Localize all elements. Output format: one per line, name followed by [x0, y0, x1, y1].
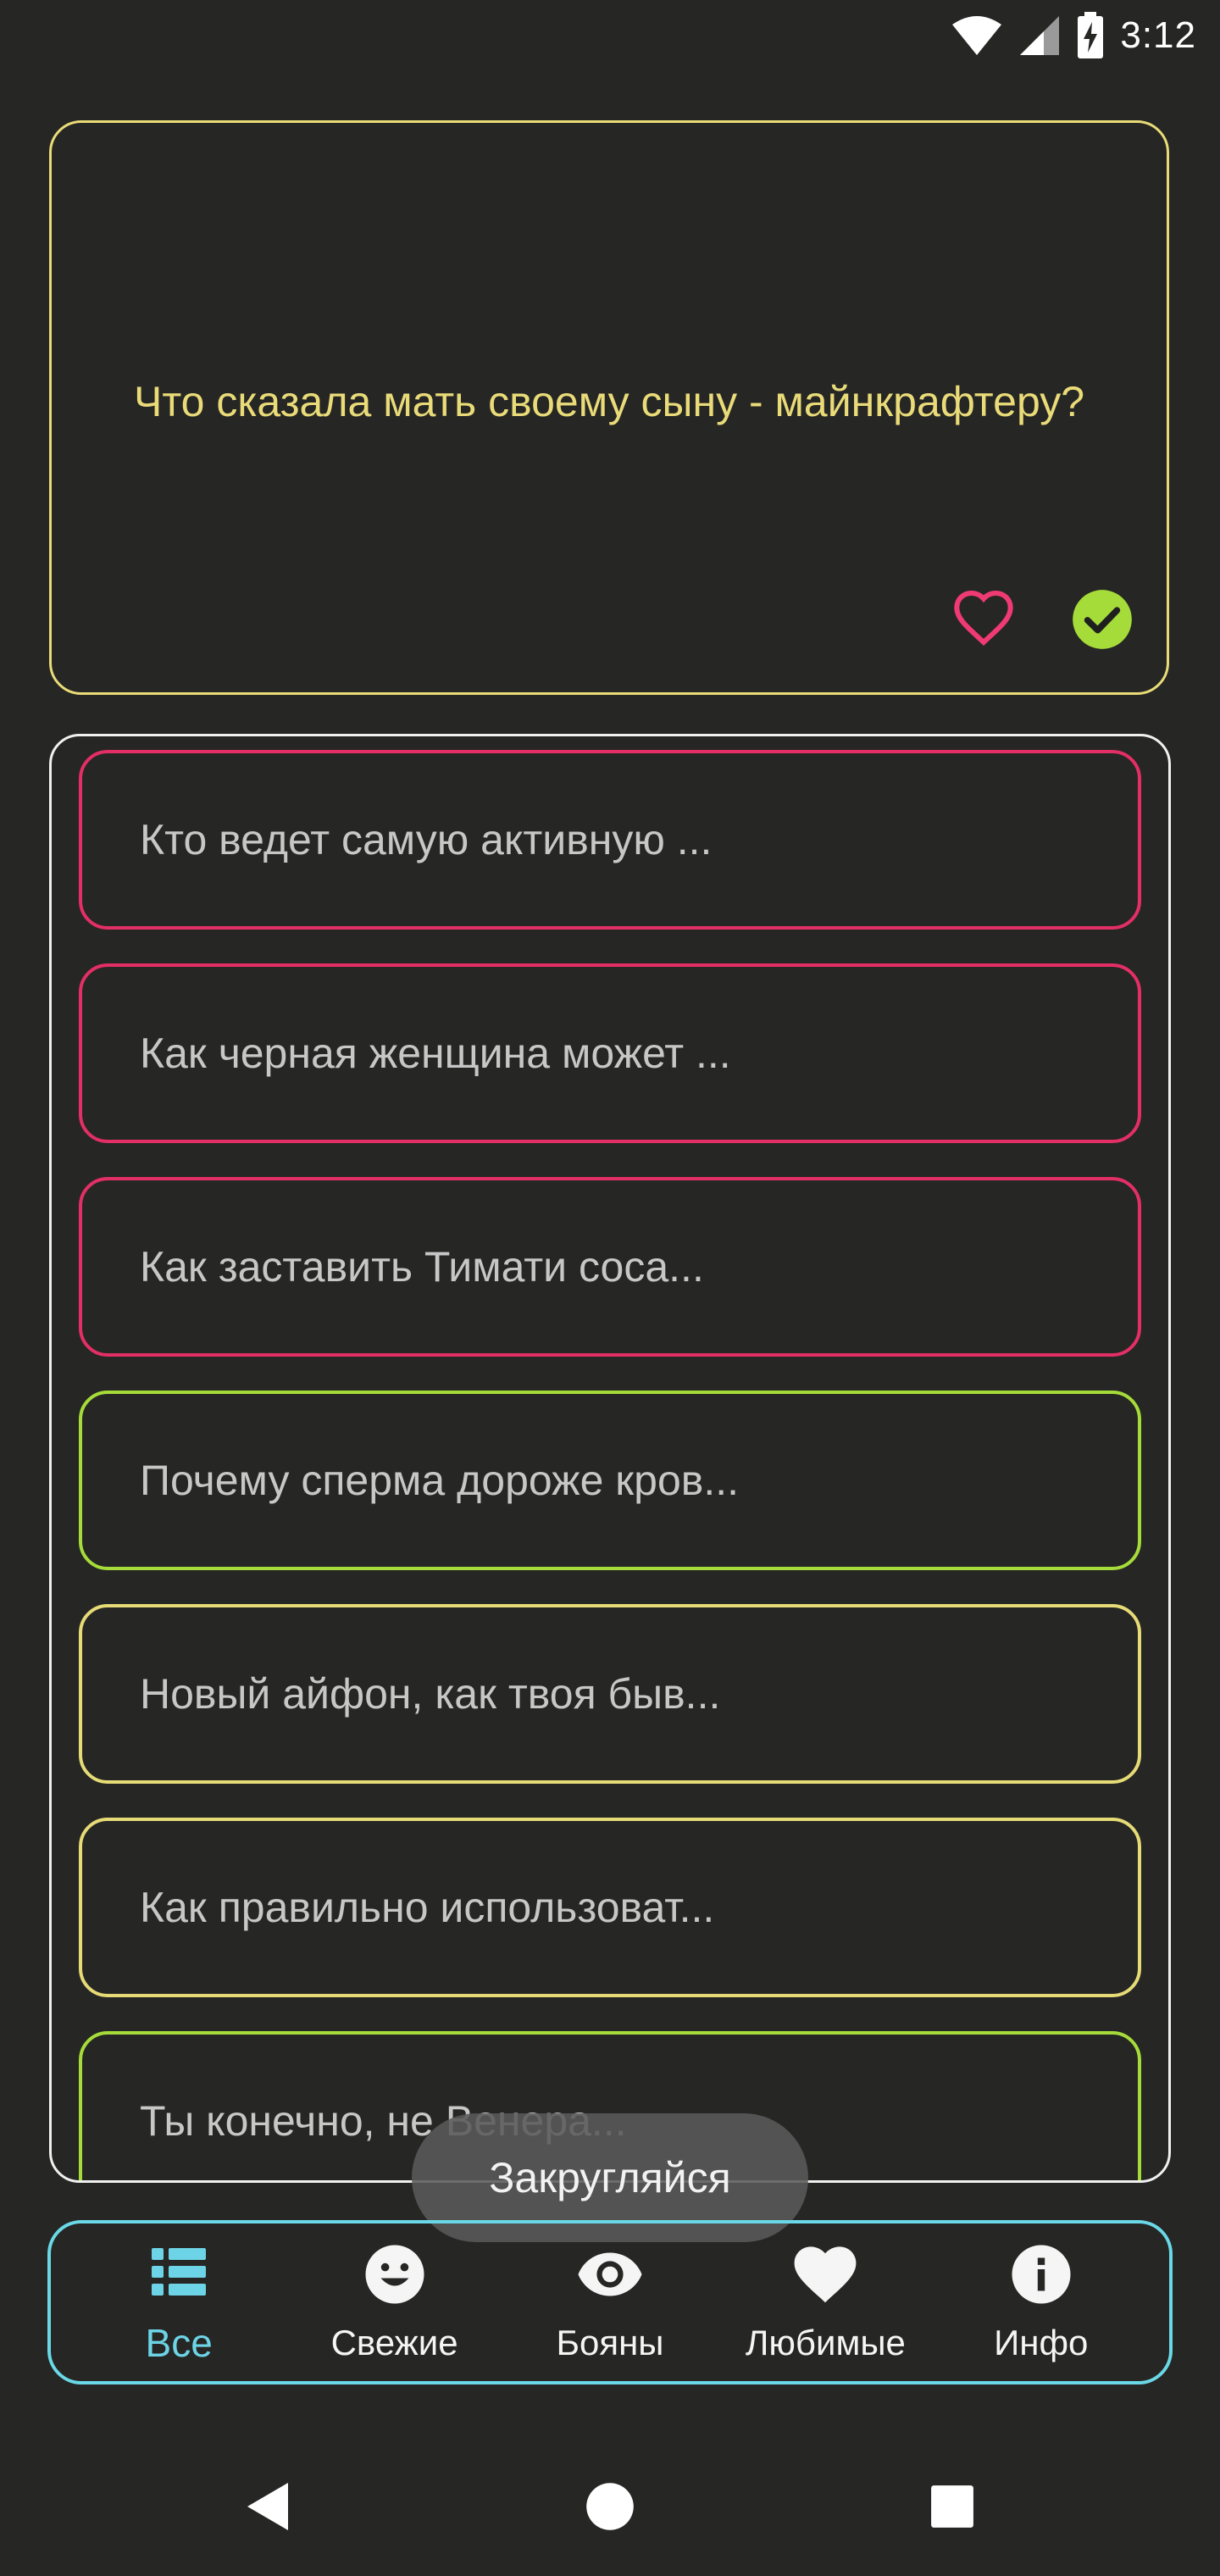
- nav-label: Все: [145, 2321, 213, 2365]
- check-circle-icon: [1073, 590, 1132, 649]
- read-status-button[interactable]: [1070, 587, 1134, 652]
- info-icon: [1008, 2241, 1074, 2307]
- nav-label: Свежие: [330, 2323, 458, 2362]
- wifi-icon: [952, 16, 1002, 55]
- joke-card[interactable]: Что сказала мать своему сыну - майнкрафт…: [49, 120, 1169, 695]
- list-item-text: Как правильно использоват...: [140, 1884, 715, 1931]
- smiley-icon: [362, 2241, 428, 2307]
- nav-label: Инфо: [994, 2323, 1089, 2362]
- nav-item-info[interactable]: Инфо: [941, 2241, 1141, 2363]
- recents-button[interactable]: [910, 2464, 995, 2549]
- joke-question: Что сказала мать своему сыну - майнкрафт…: [134, 378, 1084, 425]
- nav-item-old[interactable]: Бояны: [510, 2241, 710, 2363]
- recents-square-icon: [931, 2485, 973, 2528]
- heart-icon: [792, 2241, 858, 2307]
- eye-icon: [577, 2241, 643, 2307]
- back-triangle-icon: [247, 2483, 288, 2530]
- list-item-text: Почему сперма дороже кров...: [140, 1457, 740, 1504]
- favorite-button[interactable]: [951, 587, 1016, 652]
- nav-item-fresh[interactable]: Свежие: [295, 2241, 495, 2363]
- list-item[interactable]: Как заставить Тимати соса...: [79, 1177, 1141, 1357]
- joke-list-inner: Кто ведет самую активную ... Как черная …: [79, 750, 1141, 2180]
- status-icons: 3:12: [951, 12, 1196, 59]
- list-item[interactable]: Почему сперма дороже кров...: [79, 1391, 1141, 1570]
- android-nav-bar: [0, 2464, 1220, 2576]
- nav-item-all[interactable]: Все: [79, 2239, 279, 2366]
- list-item-text: Как заставить Тимати соса...: [140, 1243, 704, 1291]
- nav-label: Бояны: [556, 2323, 664, 2362]
- home-button[interactable]: [568, 2464, 652, 2549]
- list-item[interactable]: Как правильно использоват...: [79, 1818, 1141, 1997]
- list-item-text: Новый айфон, как твоя быв...: [140, 1670, 721, 1718]
- list-icon: [146, 2239, 212, 2305]
- back-button[interactable]: [225, 2464, 310, 2549]
- status-time: 3:12: [1120, 14, 1196, 56]
- nav-item-favorites[interactable]: Любимые: [725, 2241, 925, 2363]
- joke-list[interactable]: Кто ведет самую активную ... Как черная …: [49, 734, 1171, 2183]
- status-bar: 3:12: [0, 0, 1220, 71]
- list-item[interactable]: Новый айфон, как твоя быв...: [79, 1604, 1141, 1784]
- battery-charging-icon: [1078, 12, 1104, 58]
- list-item-text: Кто ведет самую активную ...: [140, 816, 713, 863]
- list-item-text: Как черная женщина может ...: [140, 1030, 731, 1077]
- heart-outline-icon: [954, 590, 1013, 647]
- list-item[interactable]: Как черная женщина может ...: [79, 963, 1141, 1143]
- home-circle-icon: [586, 2483, 634, 2530]
- list-item[interactable]: Кто ведет самую активную ...: [79, 750, 1141, 930]
- signal-icon: [1020, 16, 1060, 55]
- bottom-nav: Все Свежие Бояны Любимые Инфо: [47, 2220, 1173, 2384]
- nav-label: Любимые: [745, 2323, 906, 2362]
